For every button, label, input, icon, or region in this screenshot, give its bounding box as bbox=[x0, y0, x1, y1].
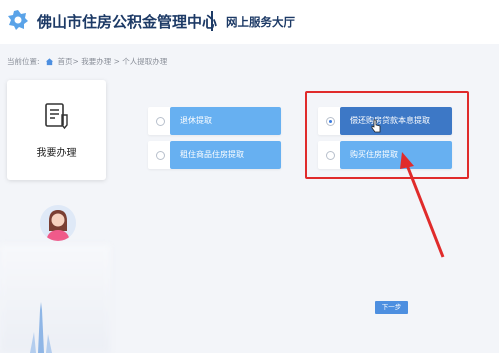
sidebar-item-my-tasks[interactable]: 我要办理 bbox=[7, 80, 106, 180]
option-label[interactable]: 退休提取 bbox=[170, 107, 281, 135]
sidebar-item-label: 我要办理 bbox=[36, 148, 77, 159]
task-edit-icon bbox=[45, 103, 68, 130]
breadcrumb-home-link[interactable]: 首页 bbox=[58, 56, 73, 67]
hand-cursor-icon bbox=[371, 119, 381, 133]
site-subtitle: 网上服务大厅 bbox=[226, 15, 295, 29]
option-retirement[interactable]: 退休提取 bbox=[148, 107, 281, 135]
next-button[interactable]: 下一步 bbox=[375, 301, 408, 314]
breadcrumb: 当前位置: 首页 > 我要办理 > 个人提取办理 bbox=[7, 55, 167, 67]
red-annotation-arrow-icon bbox=[400, 152, 445, 258]
city-tower-illustration-icon bbox=[30, 302, 52, 353]
service-avatar[interactable] bbox=[40, 205, 76, 241]
home-icon bbox=[45, 57, 53, 65]
site-title: 佛山市住房公积金管理中心 bbox=[37, 13, 218, 31]
woman-avatar-icon bbox=[40, 205, 76, 241]
option-label[interactable]: 租住商品住房提取 bbox=[170, 141, 281, 169]
header-divider bbox=[211, 11, 213, 31]
breadcrumb-prefix: 当前位置: bbox=[7, 56, 40, 66]
option-rent[interactable]: 租住商品住房提取 bbox=[148, 141, 281, 169]
breadcrumb-path: > 我要办理 > 个人提取办理 bbox=[72, 56, 168, 66]
housing-fund-logo-icon bbox=[8, 10, 28, 30]
top-header: 佛山市住房公积金管理中心 网上服务大厅 bbox=[0, 0, 499, 44]
radio-rent[interactable] bbox=[156, 151, 165, 160]
radio-retirement[interactable] bbox=[156, 117, 165, 126]
